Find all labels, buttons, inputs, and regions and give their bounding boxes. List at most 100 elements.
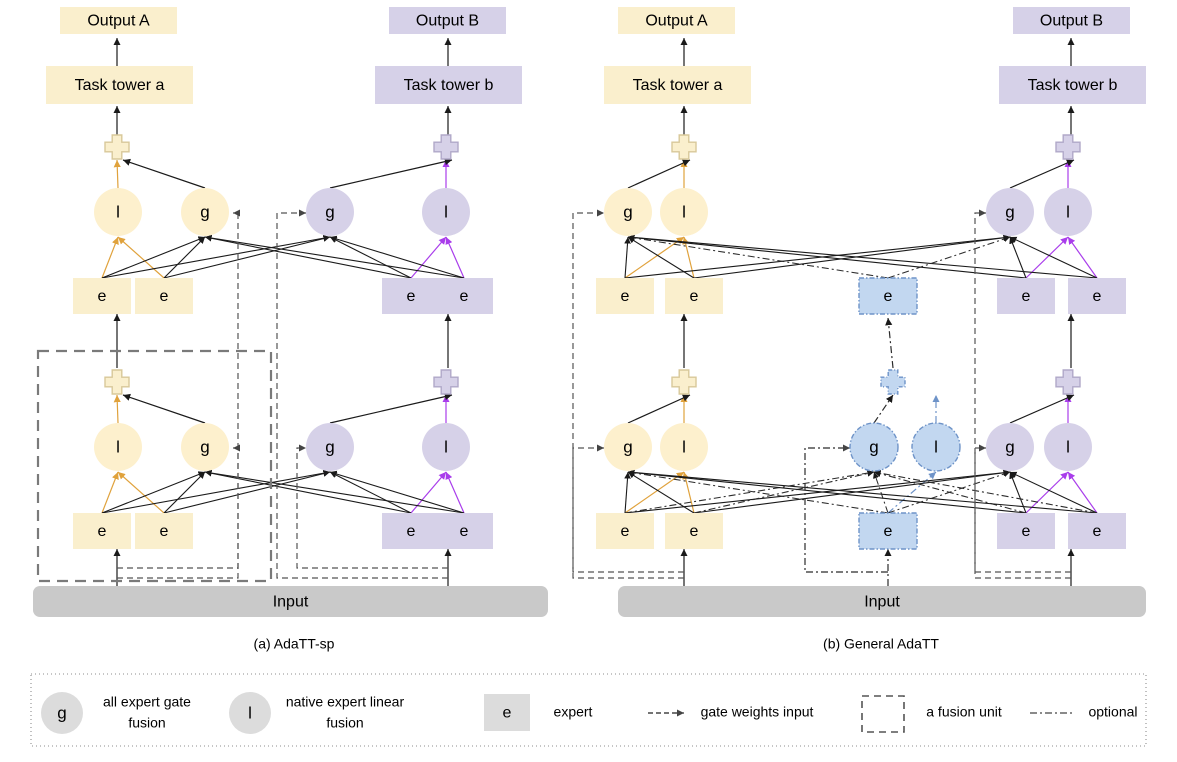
pb-l1-a-expert-2: e — [665, 513, 723, 549]
panel-a-output-b-label: Output B — [416, 13, 479, 30]
pb-l1-b-node-l-label: l — [1066, 437, 1070, 456]
pb-l1-shared-node-g-label: g — [869, 437, 878, 456]
legend-fusion-unit-label: a fusion unit — [926, 704, 1002, 720]
pb-l1-a-expert-2-label: e — [690, 523, 699, 540]
pa-l1-b-expert-2-label: e — [460, 523, 469, 540]
panel-b-input-label: Input — [864, 594, 900, 611]
nodes-layer: Output A Task tower a Output B Task tower b… — [33, 7, 1146, 734]
pb-l1-shared-node-l: l — [911, 422, 961, 472]
legend-expert-label: expert — [554, 704, 593, 720]
pb-l2-b-node-l: l — [1044, 188, 1092, 236]
panel-b-expert-to-gate — [624, 471, 631, 514]
legend-linear-icon: l — [229, 692, 271, 734]
pa-l1-b-expert-to-linear — [445, 471, 465, 514]
pb-l1-shared-node-l-label: l — [934, 437, 938, 456]
panel-a-output-a: Output A — [60, 7, 177, 34]
pa-l2-a-gate-to-plus — [122, 158, 206, 189]
pb-l2-b-node-g-label: g — [1005, 202, 1014, 221]
pa-l2-b-node-g-label: g — [325, 202, 334, 221]
legend-expert-icon: e — [484, 694, 530, 731]
panel-a-caption: (a) AdaTT-sp — [254, 636, 335, 652]
pb-l2-a-expert-2: e — [665, 278, 723, 314]
pb-l1-b-expert-2-label: e — [1093, 523, 1102, 540]
pb-l1-shared-plus — [880, 369, 906, 395]
pa-l1-b-node-l-label: l — [444, 437, 448, 456]
pb-l1-b-node-g: g — [986, 423, 1034, 471]
pa-l2-b-node-l: l — [422, 188, 470, 236]
pa-l1-b-node-l: l — [422, 423, 470, 471]
pb-l2-a-expert-to-linear — [624, 236, 685, 279]
pb-l1-a-node-g: g — [604, 423, 652, 471]
pa-l1-b-expert-1: e — [382, 513, 440, 549]
pb-l1-a-expert-1: e — [596, 513, 654, 549]
pb-l2-a-node-g: g — [604, 188, 652, 236]
panel-b-caption: (b) General AdaTT — [823, 636, 939, 652]
pa-l1-a-node-g: g — [181, 423, 229, 471]
pa-l1-b-expert-1-label: e — [407, 523, 416, 540]
pb-l1-b-expert-2: e — [1068, 513, 1126, 549]
legend-linear-icon-label: l — [248, 703, 252, 722]
pa-l1-a-node-l: l — [94, 423, 142, 471]
legend-linear-label-1: native expert linear — [286, 694, 405, 710]
panel-b-expert-to-gate — [627, 234, 1098, 279]
pb-l1-a-plus — [671, 369, 697, 395]
pa-l1-b-plus — [433, 369, 459, 395]
pa-l2-a-expert-1-label: e — [98, 288, 107, 305]
pb-l1-b-node-l: l — [1044, 423, 1092, 471]
legend-optional-label: optional — [1088, 704, 1137, 720]
pa-l1-a-gate-to-plus — [122, 393, 206, 424]
panel-b-output-a: Output A — [618, 7, 735, 34]
pb-shared-plus-to-upper-expert — [885, 317, 894, 369]
pb-l2-b-expert-2-label: e — [1093, 288, 1102, 305]
pb-l1-a-expert-1-label: e — [621, 523, 630, 540]
panel-a-expert-to-gate — [101, 234, 331, 279]
pb-l2-b-gate-to-plus — [1009, 159, 1075, 189]
panel-b-expert-to-gate — [627, 469, 1098, 514]
panel-a-expert-to-gate — [329, 470, 465, 514]
panel-a-task-tower-a-label: Task tower a — [75, 77, 165, 94]
pb-l1-a-gate-to-plus — [627, 394, 691, 424]
pb-l1-a-node-g-label: g — [623, 437, 632, 456]
pa-l2-a-node-g-label: g — [200, 202, 209, 221]
panel-a-expert-to-gate — [329, 235, 465, 279]
panel-a-task-tower-a: Task tower a — [46, 66, 193, 104]
pb-l2-b-expert-1: e — [997, 278, 1055, 314]
pb-l1-a-expert-to-linear — [624, 471, 685, 514]
pa-l2-a-plus — [104, 134, 130, 160]
panel-a-expert-to-gate — [204, 234, 465, 279]
pa-l2-a-expert-1: e — [73, 278, 131, 314]
pb-l2-b-expert-to-linear — [1067, 236, 1098, 279]
panel-a-task-tower-b-label: Task tower b — [404, 77, 494, 94]
pa-l1-a-node-g-label: g — [200, 437, 209, 456]
pb-l1-b-node-g-label: g — [1005, 437, 1014, 456]
legend-gate-label-2: fusion — [128, 715, 165, 731]
pb-l2-a-plus — [671, 134, 697, 160]
pb-l2-a-gate-to-plus — [627, 159, 691, 189]
pb-l2-b-expert-2: e — [1068, 278, 1126, 314]
pa-l2-b-expert-2: e — [435, 278, 493, 314]
panel-b-input: Input — [618, 586, 1146, 617]
pa-l1-a-node-l-label: l — [116, 437, 120, 456]
pb-l1-b-expert-1-label: e — [1022, 523, 1031, 540]
pb-l2-b-node-l-label: l — [1066, 202, 1070, 221]
pb-l2-a-expert-1: e — [596, 278, 654, 314]
figure-canvas: Output A Task tower a Output B Task tower b… — [0, 0, 1177, 762]
pa-l2-b-gate-to-plus — [329, 158, 453, 189]
pa-l1-a-expert-2: e — [135, 513, 193, 549]
pa-l1-a-expert-to-linear — [101, 471, 119, 514]
pb-l2-shared-expert-label: e — [884, 288, 893, 305]
pb-l2-b-node-g: g — [986, 188, 1034, 236]
panel-a-expert-to-gate — [101, 469, 331, 514]
pa-l2-b-expert-2-label: e — [460, 288, 469, 305]
pa-l2-b-expert-1-label: e — [407, 288, 416, 305]
pb-l1-a-node-l: l — [660, 423, 708, 471]
panel-b-output-b-label: Output B — [1040, 13, 1103, 30]
pb-shared-gate-to-plus — [873, 394, 894, 424]
panel-b-output-b: Output B — [1013, 7, 1130, 34]
panel-b-task-tower-b-label: Task tower b — [1028, 77, 1118, 94]
panel-a-expert-to-gate — [163, 236, 206, 279]
pa-l1-a-expert-1: e — [73, 513, 131, 549]
legend-linear-label-2: fusion — [326, 715, 363, 731]
panel-b-optional-expert-to-gate — [873, 471, 889, 514]
legend-gate-icon: g — [41, 692, 83, 734]
